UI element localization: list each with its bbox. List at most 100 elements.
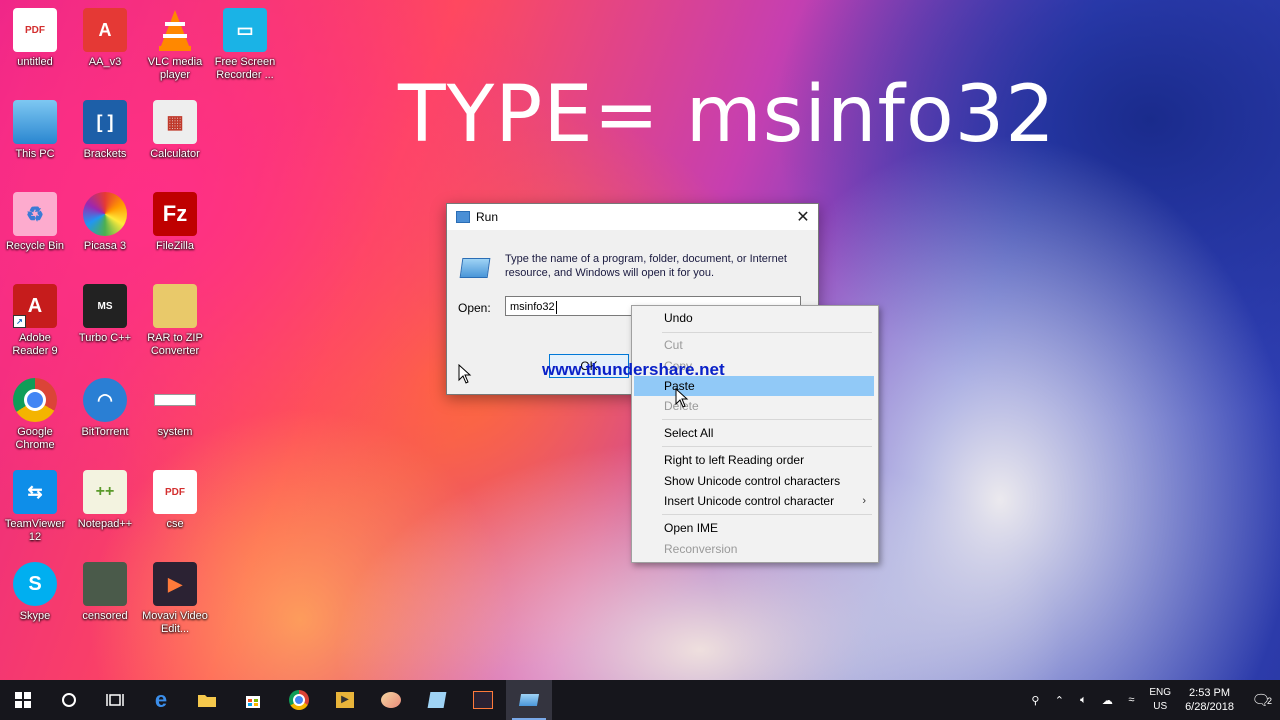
desktop-icon-notepad-plus[interactable]: ++ Notepad++ <box>72 470 138 531</box>
menu-item-open-ime[interactable]: Open IME <box>634 518 874 538</box>
clock[interactable]: 2:53 PM 6/28/2018 <box>1177 686 1242 714</box>
menu-item-reconversion[interactable]: Reconversion <box>634 539 874 559</box>
menu-item-rtl-reading-order[interactable]: Right to left Reading order <box>634 450 874 470</box>
adobe-reader-icon: A ↗ <box>13 284 57 328</box>
desktop-icon-label: This PC <box>15 148 55 160</box>
run-icon <box>456 211 470 223</box>
network-button[interactable]: ≈ <box>1119 680 1143 720</box>
desktop-icon-free-screen-recorder[interactable]: ▭ Free Screen Recorder ... <box>212 8 278 82</box>
taskbar-file-explorer[interactable] <box>184 680 230 720</box>
start-button[interactable] <box>0 680 46 720</box>
chevron-right-icon: › <box>862 495 866 507</box>
desktop-icon-aa-v3[interactable]: A AA_v3 <box>72 8 138 69</box>
menu-item-insert-unicode[interactable]: Insert Unicode control character › <box>634 491 874 511</box>
desktop-icon-label: Skype <box>19 610 51 622</box>
calculator-icon: ▦ <box>153 100 197 144</box>
windows-logo-icon <box>15 692 31 708</box>
text-caret <box>555 300 557 314</box>
desktop-icon-rar-to-zip[interactable]: RAR to ZIP Converter <box>142 284 208 358</box>
close-button[interactable]: ✕ <box>788 204 818 230</box>
notes-icon <box>427 692 447 708</box>
desktop-icon-teamviewer[interactable]: ⇆ TeamViewer 12 <box>2 470 68 544</box>
people-icon: ⚲ <box>1031 694 1040 707</box>
desktop-icon-label: censored <box>82 610 128 622</box>
show-hidden-icons-button[interactable]: ⌃ <box>1047 680 1071 720</box>
action-center-button[interactable]: 🗨︎ 2 <box>1242 680 1280 720</box>
desktop-icon-label: Free Screen Recorder ... <box>214 56 276 81</box>
paint-icon <box>381 692 401 708</box>
desktop-icon-this-pc[interactable]: This PC <box>2 100 68 161</box>
chrome-icon <box>13 378 57 422</box>
menu-item-label: Insert Unicode control character <box>664 494 835 508</box>
desktop-icon-filezilla[interactable]: Fz FileZilla <box>142 192 208 253</box>
notepad-plus-icon: ++ <box>83 470 127 514</box>
desktop-icon-system[interactable]: system <box>142 378 208 439</box>
computer-icon <box>13 100 57 144</box>
wifi-icon: ≈ <box>1128 694 1135 706</box>
run-dialog-title: Run <box>476 210 499 224</box>
mouse-pointer-icon <box>675 388 689 408</box>
desktop-icon-movavi[interactable]: ▶ Movavi Video Edit... <box>142 562 208 636</box>
menu-item-show-unicode[interactable]: Show Unicode control characters <box>634 471 874 491</box>
task-view-button[interactable] <box>92 680 138 720</box>
taskbar-edge[interactable]: e <box>138 680 184 720</box>
desktop-icon-label: Movavi Video Edit... <box>142 610 208 635</box>
desktop-icon-turbo-cpp[interactable]: MS Turbo C++ <box>72 284 138 345</box>
menu-separator <box>662 514 872 515</box>
language-code: ENG <box>1149 687 1172 698</box>
language-indicator[interactable]: ENG US <box>1143 686 1177 714</box>
desktop-icon-cse[interactable]: PDF cse <box>142 470 208 531</box>
notification-count: 2 <box>1266 696 1272 706</box>
desktop-icon-bittorrent[interactable]: ◠ BitTorrent <box>72 378 138 439</box>
desktop-icon-adobe-reader[interactable]: A ↗ Adobe Reader 9 <box>2 284 68 358</box>
desktop-icon-label: TeamViewer 12 <box>4 518 66 543</box>
run-dialog-titlebar[interactable]: Run ✕ <box>447 204 818 230</box>
desktop-icon-label: Calculator <box>150 148 200 160</box>
open-label: Open: <box>458 301 491 315</box>
taskbar-run[interactable] <box>506 680 552 720</box>
taskbar-store[interactable] <box>230 680 276 720</box>
taskbar-notes[interactable] <box>414 680 460 720</box>
skype-icon: S <box>13 562 57 606</box>
taskbar-chrome[interactable] <box>276 680 322 720</box>
menu-item-undo[interactable]: Undo <box>634 308 874 328</box>
menu-item-cut[interactable]: Cut <box>634 335 874 355</box>
pdf-icon: PDF <box>13 8 57 52</box>
onedrive-button[interactable]: ☁ <box>1095 680 1119 720</box>
desktop-icon-censored[interactable]: censored <box>72 562 138 623</box>
desktop-icon-label: BitTorrent <box>81 426 129 438</box>
volume-button[interactable]: 🔈︎ <box>1071 680 1095 720</box>
system-tray: ⚲ ⌃ 🔈︎ ☁ ≈ ENG US 2:53 PM 6/28/2018 🗨︎ 2 <box>1023 680 1280 720</box>
desktop-icon-skype[interactable]: S Skype <box>2 562 68 623</box>
desktop-icon-untitled[interactable]: PDF untitled <box>2 8 68 69</box>
desktop-icon-picasa[interactable]: Picasa 3 <box>72 192 138 253</box>
teamviewer-icon: ⇆ <box>13 470 57 514</box>
menu-item-select-all[interactable]: Select All <box>634 423 874 443</box>
desktop-icon-recycle-bin[interactable]: ♻ Recycle Bin <box>2 192 68 253</box>
people-button[interactable]: ⚲ <box>1023 680 1047 720</box>
recorder-icon: ▭ <box>223 8 267 52</box>
desktop-icon-brackets[interactable]: [ ] Brackets <box>72 100 138 161</box>
movavi-icon: ▶ <box>153 562 197 606</box>
desktop-icon-label: Notepad++ <box>77 518 133 530</box>
run-illustration-icon <box>459 258 491 278</box>
desktop-icon-vlc[interactable]: VLC media player <box>142 8 208 82</box>
image-icon <box>83 562 127 606</box>
context-menu: Undo Cut Copy Paste Delete Select All Ri… <box>631 305 879 563</box>
recycle-bin-icon: ♻ <box>13 192 57 236</box>
taskbar-movavi[interactable] <box>460 680 506 720</box>
desktop-icon-label: Adobe Reader 9 <box>12 332 58 357</box>
desktop-icon-chrome[interactable]: Google Chrome <box>2 378 68 452</box>
desktop-icon-label: untitled <box>17 56 53 68</box>
desktop-icon-calculator[interactable]: ▦ Calculator <box>142 100 208 161</box>
run-dialog-description: Type the name of a program, folder, docu… <box>505 253 787 279</box>
taskbar-media[interactable]: ▶ <box>322 680 368 720</box>
filezilla-icon: Fz <box>153 192 197 236</box>
desktop-icon-label: Turbo C++ <box>78 332 132 344</box>
mouse-pointer-icon <box>458 364 472 384</box>
menu-item-delete[interactable]: Delete <box>634 396 874 416</box>
desktop-icon-label: Picasa 3 <box>83 240 127 252</box>
search-button[interactable] <box>46 680 92 720</box>
taskbar-paint[interactable] <box>368 680 414 720</box>
desktop-icon-label: system <box>157 426 193 438</box>
